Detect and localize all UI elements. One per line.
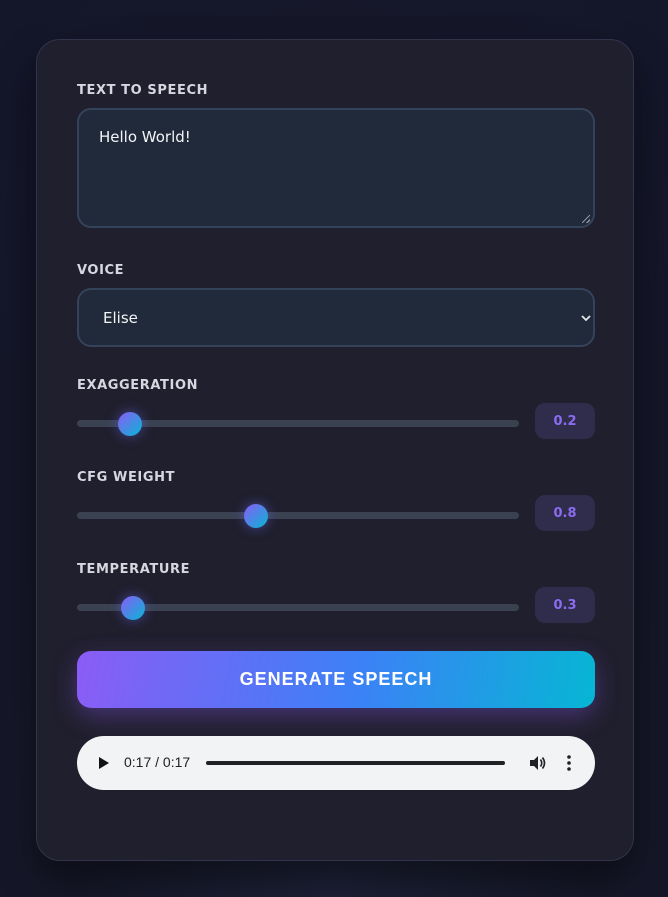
voice-select-value: Elise xyxy=(103,308,138,327)
audio-progress-bar[interactable] xyxy=(206,761,505,765)
voice-select[interactable]: Elise xyxy=(77,288,595,347)
tts-card: TEXT TO SPEECH Hello World! VOICE Elise … xyxy=(36,39,634,861)
generate-speech-button[interactable]: GENERATE SPEECH xyxy=(77,651,595,708)
text-input[interactable]: Hello World! xyxy=(77,108,595,228)
resize-handle-icon[interactable] xyxy=(582,215,590,223)
voice-label: VOICE xyxy=(77,263,125,278)
audio-time: 0:17 / 0:17 xyxy=(124,754,191,770)
exaggeration-label: EXAGGERATION xyxy=(77,378,199,393)
cfg-weight-value: 0.8 xyxy=(535,495,595,531)
exaggeration-slider[interactable] xyxy=(77,411,519,436)
chevron-down-icon xyxy=(581,314,591,321)
cfg-weight-slider-thumb[interactable] xyxy=(244,503,268,528)
cfg-weight-label: CFG WEIGHT xyxy=(77,470,176,485)
text-input-value: Hello World! xyxy=(99,128,191,146)
exaggeration-slider-thumb[interactable] xyxy=(118,411,143,436)
play-icon[interactable] xyxy=(99,757,109,769)
temperature-slider-thumb[interactable] xyxy=(120,595,145,620)
text-label: TEXT TO SPEECH xyxy=(77,83,209,98)
cfg-weight-slider[interactable] xyxy=(77,503,519,528)
temperature-slider[interactable] xyxy=(77,595,519,620)
more-options-icon[interactable] xyxy=(565,753,573,773)
temperature-label: TEMPERATURE xyxy=(77,562,191,577)
audio-player: 0:17 / 0:17 xyxy=(77,736,595,790)
volume-icon[interactable] xyxy=(527,753,547,773)
temperature-value: 0.3 xyxy=(535,587,595,623)
exaggeration-value: 0.2 xyxy=(535,403,595,439)
